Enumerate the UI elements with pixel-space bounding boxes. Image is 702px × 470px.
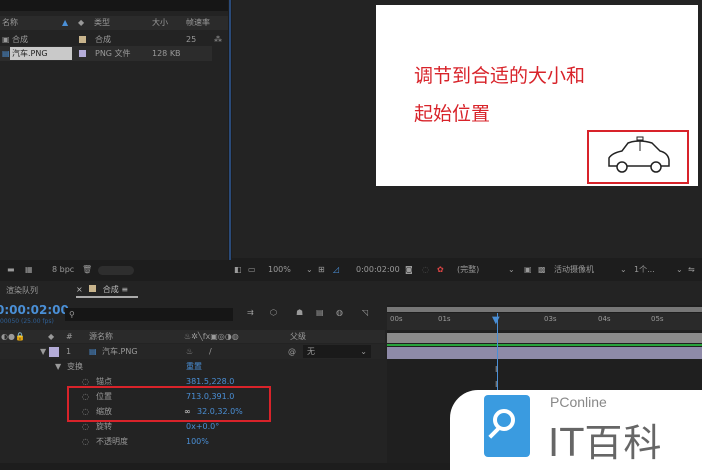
comp-bar	[387, 333, 702, 343]
expand-icon[interactable]: ▼	[55, 359, 61, 374]
snapshot-icon[interactable]: ◙	[405, 262, 413, 278]
layer-columns-header: ◐●🔒 ◆ # 源名称 ♨✲╲fx▣◎◑◍ 父级	[0, 330, 385, 343]
comp-canvas: 调节到合适的大小和 起始位置	[376, 5, 698, 186]
viewer-toolbar: ◧ ▭ 100% ⌄ ⊞ ◿ 0:00:02:00 ◙ ◌ ✿ (完整) ⌄ ▣…	[232, 262, 702, 278]
car-icon	[608, 136, 670, 173]
property-value[interactable]: 100%	[186, 434, 209, 449]
layer-search[interactable]: ⚲	[65, 308, 233, 321]
watermark-logo: PConline IT百科	[450, 390, 702, 470]
chevron-down-icon[interactable]: ⌄	[508, 262, 515, 278]
project-item[interactable]: ▤ 汽车.PNG PNG 文件 128 KB	[0, 46, 212, 61]
label-color	[79, 36, 86, 43]
chevron-down-icon[interactable]: ⌄	[306, 262, 313, 278]
zoom-select[interactable]: 100%	[268, 262, 291, 278]
show-snapshot-icon[interactable]: ◌	[422, 262, 429, 278]
frame-blend-icon[interactable]: ▤	[316, 308, 324, 317]
av-switches-icon: ◐●🔒	[1, 332, 25, 341]
project-header: 名称 ▲ ◆ 类型 大小 帧速率	[0, 16, 228, 30]
shy-switch[interactable]: ♨	[186, 344, 193, 359]
composition-viewer[interactable]: 调节到合适的大小和 起始位置	[232, 0, 702, 258]
transform-group[interactable]: ▼ 变换 重置	[0, 359, 385, 374]
flowchart-icon[interactable]: ⁂	[214, 32, 222, 47]
project-item[interactable]: ▣ 合成 合成 25 ⁂	[0, 32, 228, 47]
label-color[interactable]	[49, 347, 59, 357]
motion-blur-icon[interactable]: ◍	[336, 308, 343, 317]
track-line	[387, 344, 702, 346]
time-ruler[interactable]: 00s 01s 03s 04s 05s	[387, 313, 702, 330]
col-source-name[interactable]: 源名称	[89, 330, 113, 343]
frame-info: 00050 (25.00 fps)	[0, 318, 54, 325]
brand-text: PConline	[550, 394, 607, 410]
thumbnail-slider[interactable]	[98, 266, 134, 275]
project-footer: ▬ ▦ 8 bpc 🗑	[0, 262, 228, 278]
switches-icon: ♨✲╲fx▣◎◑◍	[184, 332, 239, 341]
comp-color	[89, 285, 97, 292]
views-select[interactable]: 1个...	[634, 262, 655, 278]
trash-icon[interactable]: 🗑	[82, 262, 92, 278]
expand-icon[interactable]: ▼	[40, 344, 46, 359]
camera-select[interactable]: 活动摄像机	[554, 262, 594, 278]
annotation-text: 调节到合适的大小和 起始位置	[414, 65, 586, 125]
bpc-button[interactable]: 8 bpc	[52, 262, 74, 278]
layer-name[interactable]: 汽车.PNG	[102, 344, 138, 359]
always-preview-icon[interactable]: ◧	[234, 262, 242, 278]
resolution-select[interactable]: (完整)	[457, 262, 479, 278]
stopwatch-icon[interactable]: ◌	[82, 434, 89, 449]
new-comp-icon[interactable]: ▦	[25, 262, 33, 278]
shy-icon[interactable]: ☗	[296, 308, 303, 317]
work-area-bar[interactable]	[387, 307, 702, 312]
property-row: ◌ 不透明度 100%	[0, 434, 385, 449]
title-text: IT百科	[548, 421, 663, 465]
comp-flowchart-icon[interactable]: ⇉	[247, 308, 254, 317]
file-icon: ▤	[2, 49, 10, 58]
keyframe-icon[interactable]: I	[495, 365, 497, 374]
label-color	[79, 50, 86, 57]
current-time[interactable]: 0:00:02:00	[0, 303, 69, 317]
keyframe-icon[interactable]: I	[495, 380, 497, 389]
mask-icon[interactable]: ◿	[333, 262, 339, 278]
col-fps[interactable]: 帧速率	[186, 16, 210, 30]
roi-icon[interactable]: ▣	[524, 262, 532, 278]
col-type[interactable]: 类型	[94, 16, 110, 30]
transparency-grid-icon[interactable]: ▩	[538, 262, 546, 278]
layer-bar[interactable]	[387, 347, 702, 359]
chevron-down-icon[interactable]: ⌄	[676, 262, 683, 278]
comp-icon: ▣	[2, 35, 10, 44]
col-size[interactable]: 大小	[152, 16, 168, 30]
sort-icon[interactable]: ▲	[62, 16, 68, 30]
monitor-icon[interactable]: ▭	[248, 262, 256, 278]
tab-render-queue[interactable]: 渲染队列	[6, 285, 38, 296]
search-logo-icon	[484, 395, 530, 457]
chevron-down-icon[interactable]: ⌄	[620, 262, 627, 278]
graph-editor-icon[interactable]: ◹	[362, 308, 368, 317]
project-panel: 名称 ▲ ◆ 类型 大小 帧速率 ▣ 合成 合成 25 ⁂ ▤ 汽车.PNG P…	[0, 0, 228, 260]
quality-switch[interactable]: /	[209, 344, 212, 359]
reset-link[interactable]: 重置	[186, 359, 202, 374]
color-channels-icon[interactable]: ✿	[437, 262, 444, 278]
col-name[interactable]: 名称	[2, 16, 18, 30]
col-parent[interactable]: 父级	[290, 330, 306, 343]
label-icon: ◆	[48, 332, 55, 341]
pickwhip-icon[interactable]: @	[288, 344, 296, 359]
project-search[interactable]	[0, 0, 228, 11]
file-icon: ▤	[89, 347, 97, 356]
highlight-box	[67, 386, 271, 422]
playhead-handle-icon[interactable]: ▼	[492, 315, 500, 326]
folder-icon[interactable]: ▬	[7, 262, 15, 278]
viewer-timecode[interactable]: 0:00:02:00	[356, 262, 400, 278]
parent-select[interactable]: 无 ⌄	[303, 345, 371, 358]
close-icon[interactable]: ×	[76, 285, 83, 294]
draft-3d-icon[interactable]: ⬡	[270, 308, 277, 317]
menu-icon[interactable]: ≡	[121, 285, 128, 294]
chevron-down-icon: ⌄	[360, 347, 367, 356]
panel-divider[interactable]	[229, 0, 231, 260]
viewer-options-icon[interactable]: ⇋	[688, 262, 695, 278]
layer-row[interactable]: ▼ 1 ▤ 汽车.PNG ♨ / @ 无 ⌄	[0, 344, 385, 359]
tab-comp[interactable]: × 合成 ≡	[76, 283, 138, 298]
safe-zones-icon[interactable]: ⊞	[318, 262, 325, 278]
label-icon: ◆	[78, 18, 85, 27]
